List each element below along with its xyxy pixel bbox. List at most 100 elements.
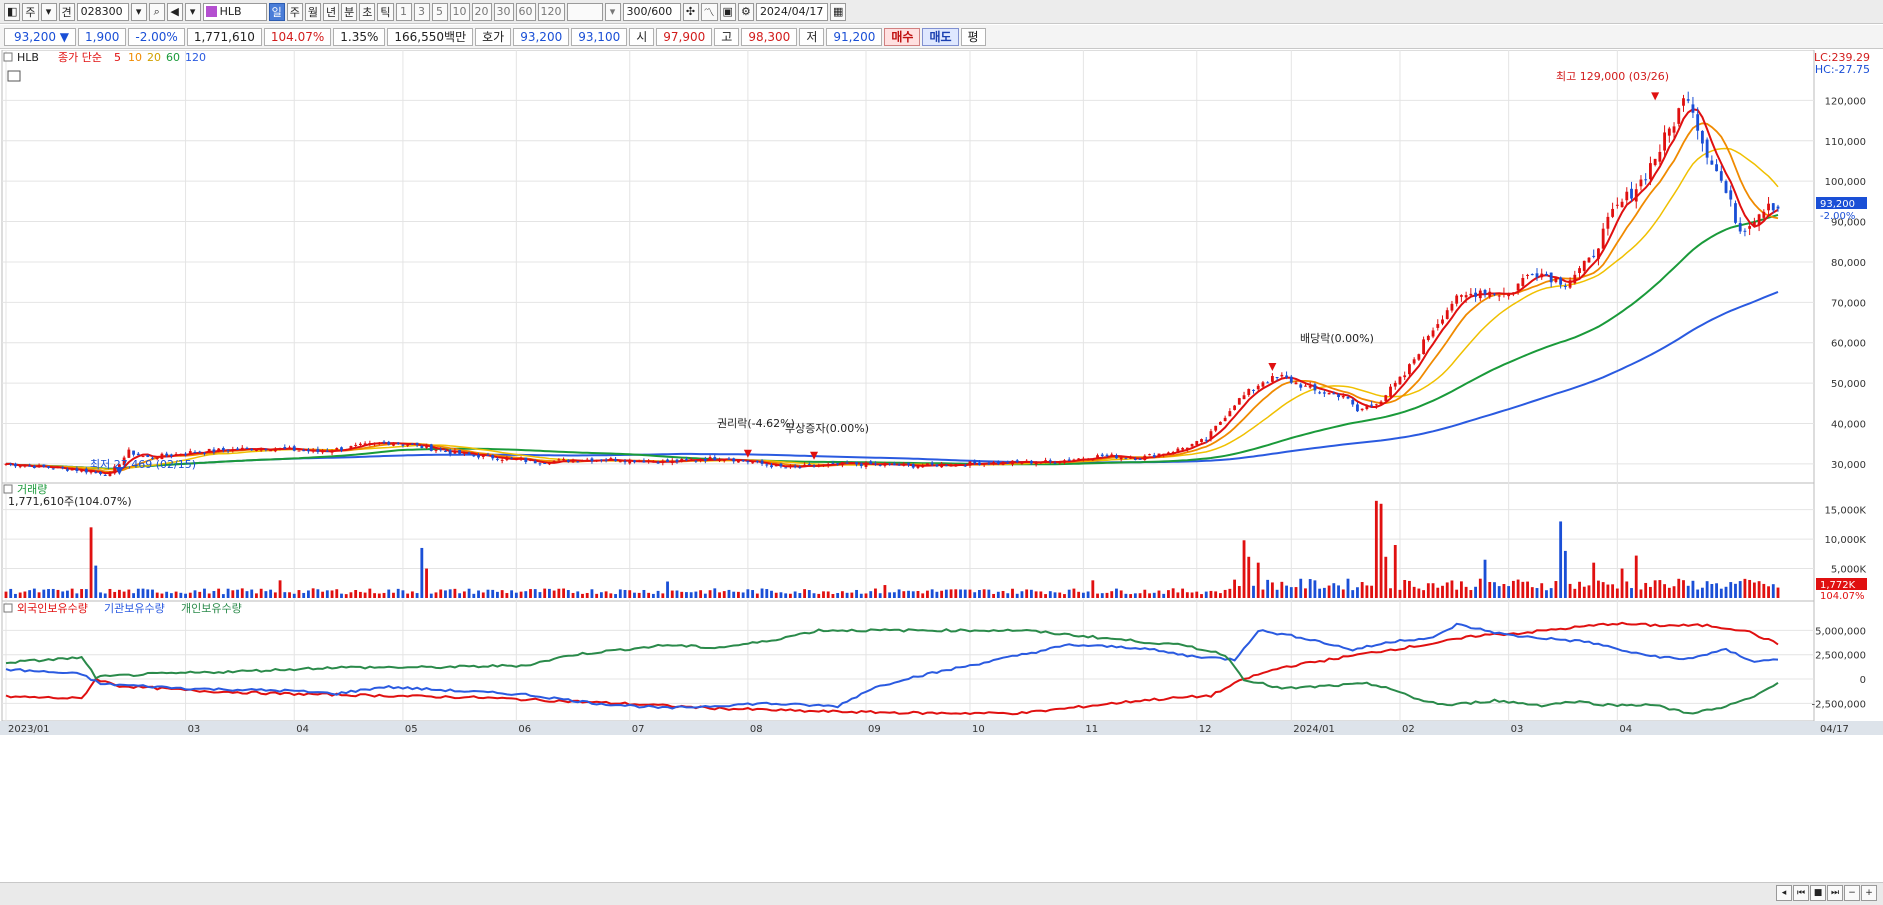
last-icon[interactable]: ⏭: [1827, 885, 1843, 901]
chart-type-icon[interactable]: 〽: [700, 2, 718, 21]
volume-bar: [311, 588, 315, 598]
candle-body: [496, 458, 499, 460]
period-week[interactable]: 주: [286, 2, 303, 21]
min-120[interactable]: 120: [537, 2, 565, 21]
candle-body: [396, 442, 400, 444]
holdings-panel-toggle-icon[interactable]: [3, 603, 13, 613]
min-5[interactable]: 5: [431, 2, 448, 21]
volume-bar: [637, 592, 641, 598]
volume-bar: [911, 591, 915, 598]
panel-toggle-icon[interactable]: [3, 52, 13, 62]
candle-body: [302, 450, 306, 452]
candle-body: [1511, 292, 1515, 294]
min-10[interactable]: 10: [449, 2, 470, 21]
period-year[interactable]: 년: [323, 2, 340, 21]
price-tick-label: 40,000: [1831, 419, 1866, 430]
volume-bar: [1573, 588, 1577, 598]
gear-icon[interactable]: ⚙: [737, 2, 754, 21]
candle-body: [240, 447, 244, 449]
price-tick-label: 120,000: [1825, 96, 1866, 107]
candle-body: [661, 460, 665, 463]
table-icon[interactable]: [7, 70, 21, 82]
candle-body: [236, 448, 239, 450]
candle-body: [1488, 291, 1492, 297]
search-icon[interactable]: ⌕: [148, 2, 165, 21]
volume-bar: [623, 589, 627, 598]
candle-body: [1129, 457, 1133, 459]
candle-body: [987, 463, 991, 465]
min-1[interactable]: 1: [395, 2, 412, 21]
candle-body: [1691, 104, 1695, 113]
volume-bar: [75, 593, 79, 598]
ma20-line: [6, 147, 1779, 471]
volume-bar: [1563, 550, 1567, 598]
speaker-icon[interactable]: ◀: [166, 2, 183, 21]
date-input[interactable]: 2024/04/17: [755, 2, 828, 21]
volume-bar: [387, 589, 391, 598]
candle-body: [1157, 453, 1161, 458]
period-minute[interactable]: 분: [341, 2, 358, 21]
volume-bar: [89, 527, 93, 598]
first-icon[interactable]: ⏮: [1793, 885, 1809, 901]
custom-period-input[interactable]: [566, 2, 603, 21]
candle-body: [1105, 454, 1109, 456]
volume-bar: [1129, 594, 1133, 598]
stock-chart[interactable]: 30,00040,00050,00060,00070,00080,00090,0…: [0, 50, 1883, 882]
volume-bar: [1072, 588, 1076, 598]
crosshair-icon[interactable]: ✣: [682, 2, 699, 21]
volume-bar: [1715, 583, 1718, 598]
volume-bar: [1001, 590, 1005, 598]
volume-bar: [1242, 540, 1246, 598]
volume-bar: [1214, 591, 1218, 598]
calendar-icon[interactable]: ▦: [829, 2, 847, 21]
candle-body: [382, 441, 386, 443]
candle-body: [694, 460, 698, 462]
period-day[interactable]: 일: [268, 2, 285, 21]
sell-button[interactable]: 매도: [922, 27, 959, 46]
zoom-in-icon[interactable]: +: [1861, 885, 1877, 901]
stock-name-field[interactable]: HLB: [202, 2, 267, 21]
candle-body: [226, 450, 230, 452]
period-month[interactable]: 월: [304, 2, 322, 21]
min-30[interactable]: 30: [493, 2, 514, 21]
tb-item-0[interactable]: 주: [22, 2, 39, 21]
volume-panel-toggle-icon[interactable]: [3, 484, 13, 494]
eval-button[interactable]: 평: [960, 27, 986, 46]
toolbar: ◧ 주 ▾ 견 028300 ▾ ⌕ ◀ ▾ HLB 일 주 월 년 분 초 틱…: [0, 0, 1883, 24]
buy-button[interactable]: 매수: [884, 27, 921, 46]
candle-body: [722, 459, 726, 462]
candle-body: [1497, 295, 1501, 297]
candle-body: [1034, 462, 1038, 465]
candle-body: [439, 449, 443, 451]
count-input[interactable]: 300/600: [622, 2, 681, 21]
volume-bar: [1493, 582, 1496, 598]
tb-item-1[interactable]: 견: [58, 2, 75, 21]
candle-body: [94, 472, 98, 474]
min-3[interactable]: 3: [413, 2, 430, 21]
min-20[interactable]: 20: [471, 2, 492, 21]
candle-body: [1176, 448, 1180, 452]
stock-code-input[interactable]: 028300: [76, 2, 129, 21]
volume-bar: [1299, 578, 1303, 598]
price-tick-label: 100,000: [1825, 177, 1866, 188]
period-tick[interactable]: 틱: [377, 2, 394, 21]
layout-icon[interactable]: ◧: [4, 2, 21, 21]
candle-body: [963, 465, 967, 467]
volume-bar: [481, 592, 485, 598]
period-second[interactable]: 초: [359, 2, 376, 21]
volume-bar: [774, 592, 778, 598]
candle-body: [1700, 130, 1704, 144]
stop-icon[interactable]: ■: [1810, 885, 1826, 901]
dropdown-icon[interactable]: ▾: [40, 2, 57, 21]
dropdown-icon-2[interactable]: ▾: [184, 2, 201, 21]
scroll-left-icon[interactable]: ◂: [1776, 885, 1792, 901]
chevron-down-icon-2[interactable]: ▾: [604, 2, 621, 21]
chevron-down-icon[interactable]: ▾: [130, 2, 147, 21]
save-icon[interactable]: ▣: [719, 2, 736, 21]
zoom-out-icon[interactable]: −: [1844, 885, 1860, 901]
min-60[interactable]: 60: [515, 2, 536, 21]
candle-body: [61, 467, 65, 469]
volume-bar: [1167, 590, 1170, 598]
candle-body: [288, 447, 291, 449]
candle-body: [637, 461, 641, 463]
